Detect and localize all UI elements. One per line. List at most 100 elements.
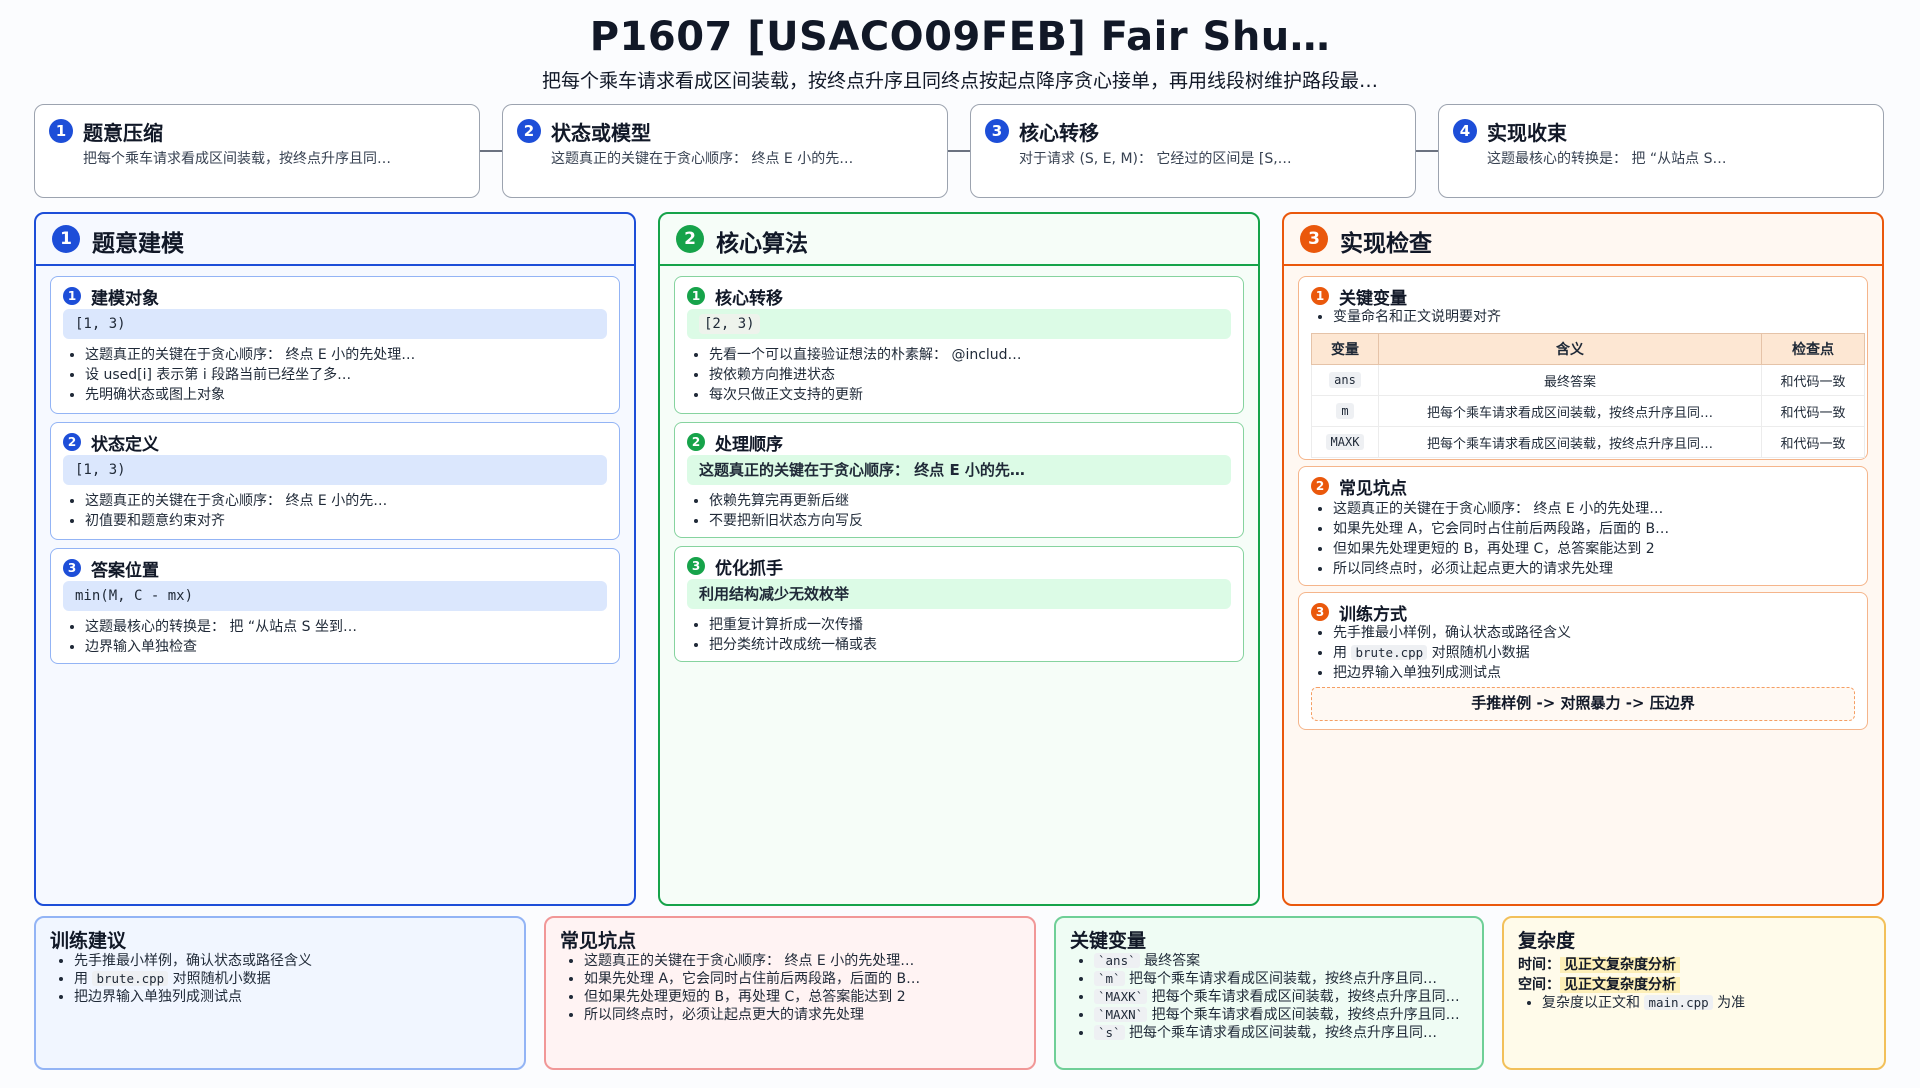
step-card-3: 3 核心转移 对于请求 (S, E, M)： 它经过的区间是 [S,… bbox=[970, 104, 1416, 198]
list-item: `s` 把每个乘车请求看成区间装载，按终点升序且同… bbox=[1094, 1024, 1474, 1042]
list-item: 把边界输入单独列成测试点 bbox=[1333, 663, 1857, 683]
inline-code: `MAXK` bbox=[1094, 989, 1148, 1004]
list-item: 用 brute.cpp 对照随机小数据 bbox=[74, 970, 516, 988]
bullet-list: 复杂度以正文和 main.cpp 为准 bbox=[1518, 994, 1876, 1012]
step-number-badge: 1 bbox=[49, 119, 73, 143]
section-training-method: 3 训练方式 先手推最小样例，确认状态或路径含义 用 brute.cpp 对照随… bbox=[1298, 592, 1868, 730]
list-item: 每次只做正文支持的更新 bbox=[709, 385, 1233, 405]
table-cell: 和代码一致 bbox=[1761, 426, 1865, 458]
space-value: 见正文复杂度分析 bbox=[1560, 977, 1680, 993]
bullet-list: 先手推最小样例，确认状态或路径含义 用 brute.cpp 对照随机小数据 把边… bbox=[1313, 623, 1857, 683]
modeling-column: 1 题意建模 1 建模对象 [1, 3) 这题真正的关键在于贪心顺序： 终点 E… bbox=[34, 212, 636, 906]
section-title: 核心转移 bbox=[715, 289, 783, 309]
bullet-list: 这题真正的关键在于贪心顺序： 终点 E 小的先… 初值要和题意约束对齐 bbox=[65, 491, 609, 531]
page-subtitle: 把每个乘车请求看成区间装载，按终点升序且同终点按起点降序贪心接单，再用线段树维护… bbox=[541, 70, 1378, 92]
list-item: 把分类统计改成统一桶或表 bbox=[709, 635, 1233, 655]
section-title: 答案位置 bbox=[91, 561, 159, 581]
section-title: 处理顺序 bbox=[715, 435, 783, 455]
table-cell: m bbox=[1311, 395, 1379, 427]
bullet-list: 把重复计算折成一次传播 把分类统计改成统一桶或表 bbox=[689, 615, 1233, 655]
bullet-list: `ans` 最终答案 `m` 把每个乘车请求看成区间装载，按终点升序且同… `M… bbox=[1070, 952, 1474, 1042]
section-number-badge: 3 bbox=[63, 559, 81, 577]
section-processing-order: 2 处理顺序 这题真正的关键在于贪心顺序： 终点 E 小的先… 依赖先算完再更新… bbox=[674, 422, 1244, 538]
variable-name: MAXK bbox=[1325, 433, 1365, 450]
inline-code: `MAXN` bbox=[1094, 1007, 1148, 1022]
inline-code: brute.cpp bbox=[1351, 645, 1428, 660]
table-cell: 把每个乘车请求看成区间装载，按终点升序且同… bbox=[1378, 426, 1762, 458]
code-snippet: [1, 3) bbox=[63, 309, 607, 339]
section-core-transition: 1 核心转移 [2, 3) 先看一个可以直接验证想法的朴素解： @includ…… bbox=[674, 276, 1244, 414]
code-snippet: min(M, C - mx) bbox=[63, 581, 607, 611]
bullet-list: 先看一个可以直接验证想法的朴素解： @includ… 按依赖方向推进状态 每次只… bbox=[689, 345, 1233, 405]
list-item: 如果先处理 A，它会同时占住前后两段路，后面的 B… bbox=[1333, 519, 1857, 539]
list-item: 依赖先算完再更新后继 bbox=[709, 491, 1233, 511]
table-cell: MAXK bbox=[1311, 426, 1379, 458]
list-item: 设 used[i] 表示第 i 段路当前已经坐了多… bbox=[85, 365, 609, 385]
code-chip: [2, 3) bbox=[699, 314, 760, 334]
list-text: 对照随机小数据 bbox=[1427, 645, 1530, 661]
section-number-badge: 1 bbox=[63, 287, 81, 305]
section-title: 关键变量 bbox=[1339, 289, 1407, 309]
list-item: 所以同终点时，必须让起点更大的请求先处理 bbox=[1333, 559, 1857, 579]
column-number-badge: 3 bbox=[1300, 225, 1328, 253]
bullet-list: 这题真正的关键在于贪心顺序： 终点 E 小的先处理… 如果先处理 A，它会同时占… bbox=[1313, 499, 1857, 579]
list-item: 先看一个可以直接验证想法的朴素解： @includ… bbox=[709, 345, 1233, 365]
bullet-list: 这题真正的关键在于贪心顺序： 终点 E 小的先处理… 如果先处理 A，它会同时占… bbox=[560, 952, 1026, 1024]
column-header: 2 核心算法 bbox=[660, 214, 1258, 266]
step-connector bbox=[480, 150, 502, 152]
code-snippet: [1, 3) bbox=[63, 455, 607, 485]
highlight-bar: 这题真正的关键在于贪心顺序： 终点 E 小的先… bbox=[687, 455, 1231, 485]
section-modeling-object: 1 建模对象 [1, 3) 这题真正的关键在于贪心顺序： 终点 E 小的先处理…… bbox=[50, 276, 620, 414]
column-title: 核心算法 bbox=[716, 231, 808, 257]
card-title: 复杂度 bbox=[1518, 930, 1576, 952]
inline-code: `s` bbox=[1094, 1025, 1125, 1040]
section-answer-position: 3 答案位置 min(M, C - mx) 这题最核心的转换是： 把 “从站点 … bbox=[50, 548, 620, 664]
time-value: 见正文复杂度分析 bbox=[1560, 957, 1680, 973]
inline-code: main.cpp bbox=[1644, 995, 1713, 1010]
card-title: 训练建议 bbox=[50, 930, 127, 952]
table-row: ans 最终答案 和代码一致 bbox=[1311, 364, 1865, 396]
list-text: 把每个乘车请求看成区间装载，按终点升序且同… bbox=[1151, 1007, 1460, 1023]
complexity-card: 复杂度 时间：见正文复杂度分析 空间：见正文复杂度分析 复杂度以正文和 main… bbox=[1502, 916, 1886, 1070]
step-card-1: 1 题意压缩 把每个乘车请求看成区间装载，按终点升序且同… bbox=[34, 104, 480, 198]
list-item: `ans` 最终答案 bbox=[1094, 952, 1474, 970]
step-connector bbox=[1416, 150, 1438, 152]
table-cell: 和代码一致 bbox=[1761, 395, 1865, 427]
list-item: 初值要和题意约束对齐 bbox=[85, 511, 609, 531]
list-item: 这题最核心的转换是： 把 “从站点 S 坐到… bbox=[85, 617, 609, 637]
step-number-badge: 4 bbox=[1453, 119, 1477, 143]
section-number-badge: 2 bbox=[63, 433, 81, 451]
variable-name: m bbox=[1336, 402, 1354, 419]
step-number-badge: 2 bbox=[517, 119, 541, 143]
table-row: MAXK 把每个乘车请求看成区间装载，按终点升序且同… 和代码一致 bbox=[1311, 426, 1865, 458]
list-item: `m` 把每个乘车请求看成区间装载，按终点升序且同… bbox=[1094, 970, 1474, 988]
column-number-badge: 2 bbox=[676, 225, 704, 253]
bullet-list: 依赖先算完再更新后继 不要把新旧状态方向写反 bbox=[689, 491, 1233, 531]
list-item: 这题真正的关键在于贪心顺序： 终点 E 小的先… bbox=[85, 491, 609, 511]
column-header: 1 题意建模 bbox=[36, 214, 634, 266]
key-variables-card: 关键变量 `ans` 最终答案 `m` 把每个乘车请求看成区间装载，按终点升序且… bbox=[1054, 916, 1484, 1070]
time-label: 时间： bbox=[1518, 957, 1560, 973]
section-key-variables: 1 关键变量 变量命名和正文说明要对齐 变量 含义 检查点 ans 最终答案 和… bbox=[1298, 276, 1868, 460]
list-text: 复杂度以正文和 bbox=[1542, 995, 1645, 1011]
section-number-badge: 2 bbox=[687, 433, 705, 451]
step-summary: 这题真正的关键在于贪心顺序： 终点 E 小的先… bbox=[551, 151, 854, 167]
table-header: 变量 bbox=[1311, 333, 1379, 365]
step-number-badge: 3 bbox=[985, 119, 1009, 143]
list-text: 用 bbox=[1333, 645, 1352, 661]
inline-code: `ans` bbox=[1094, 953, 1140, 968]
list-item: 用 brute.cpp 对照随机小数据 bbox=[1333, 643, 1857, 663]
list-item: 把重复计算折成一次传播 bbox=[709, 615, 1233, 635]
section-number-badge: 3 bbox=[687, 557, 705, 575]
space-label: 空间： bbox=[1518, 977, 1560, 993]
list-item: 按依赖方向推进状态 bbox=[709, 365, 1233, 385]
bullet-list: 先手推最小样例，确认状态或路径含义 用 brute.cpp 对照随机小数据 把边… bbox=[50, 952, 516, 1006]
list-item: 如果先处理 A，它会同时占住前后两段路，后面的 B… bbox=[584, 970, 1026, 988]
list-text: 为准 bbox=[1712, 995, 1746, 1011]
highlight-bar: 利用结构减少无效枚举 bbox=[687, 579, 1231, 609]
section-title: 状态定义 bbox=[91, 435, 159, 455]
common-pitfalls-card: 常见坑点 这题真正的关键在于贪心顺序： 终点 E 小的先处理… 如果先处理 A，… bbox=[544, 916, 1036, 1070]
code-snippet: [2, 3) bbox=[687, 309, 1231, 339]
step-summary: 把每个乘车请求看成区间装载，按终点升序且同… bbox=[83, 151, 391, 167]
bullet-list: 变量命名和正文说明要对齐 bbox=[1313, 307, 1857, 327]
